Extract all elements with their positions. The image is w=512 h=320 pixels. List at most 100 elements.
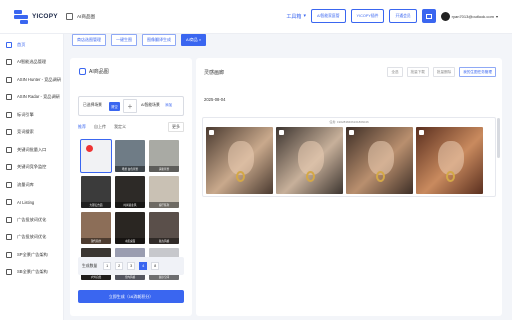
sidebar-item[interactable]: 首页 (0, 36, 63, 54)
sidebar-item[interactable]: 广告投放词优化 (0, 211, 63, 229)
menu-fold-icon[interactable] (66, 13, 73, 20)
sidebar-item[interactable]: ASIN Hunter - 竞品调研 (0, 71, 63, 89)
count-option[interactable]: 4 (139, 262, 148, 270)
logo[interactable]: YICOPY (0, 9, 64, 24)
ai-skill-button[interactable]: AI智能家庭管 (310, 9, 346, 23)
menu-item-icon (6, 164, 12, 171)
plugin-button[interactable]: YICOPY插件 (350, 9, 385, 23)
scene-subtab[interactable]: 推荐 (78, 124, 86, 130)
main-content: 商店选图管理 一键生图 图像翻译生成 AI商品 × AI商品图 已选择场景 清空 + … (64, 34, 512, 320)
result-photo[interactable] (276, 127, 343, 194)
scene-thumbnail[interactable]: 现代简约 (81, 212, 111, 244)
gallery-action-button[interactable]: 批量删除 (432, 67, 456, 77)
add-ai-scene-button[interactable]: 添加 (165, 103, 172, 108)
header-actions: 工具箱 ▾ AI智能家庭管 YICOPY插件 开通会员 ryan7013@outl… (286, 9, 498, 23)
scene-caption: 场景 白色背景 (115, 166, 145, 172)
generate-count-label: 生成数量 (82, 263, 98, 268)
sidebar-item-label: 关键词竞争监控 (17, 164, 47, 170)
scene-caption: 木质桌面 (115, 238, 145, 244)
count-option[interactable]: 3 (127, 262, 136, 270)
tab-1[interactable]: 商店选图管理 (72, 34, 106, 46)
ai-scene-label: AI智能场景 (141, 103, 160, 107)
sidebar-item[interactable]: 关键词批量入口 (0, 141, 63, 159)
scene-selector: 已选择场景 清空 + AI智能场景 添加 (78, 96, 184, 116)
scene-caption: 清新背景 (149, 166, 179, 172)
clear-scene-button[interactable]: 清空 (109, 102, 120, 111)
tab-4[interactable]: AI商品 × (181, 34, 207, 46)
tab-3[interactable]: 图像翻译生成 (142, 34, 176, 46)
earring-icon (446, 171, 455, 182)
tools-dropdown[interactable]: 工具箱 ▾ (286, 13, 306, 20)
sidebar-item[interactable]: SB全景广告架构 (0, 264, 63, 282)
sidebar-item-label: 竞词搜索 (17, 129, 34, 135)
sidebar-item-label: 广告投放词优化 (17, 216, 47, 222)
selected-scene-label: 已选择场景 (83, 103, 102, 107)
gallery-action-button[interactable]: 我的生图任务管理 (459, 67, 496, 77)
scrollbar[interactable] (497, 118, 500, 158)
tab-2[interactable]: 一键生图 (111, 34, 137, 46)
result-photo[interactable] (206, 127, 273, 194)
scene-subtab[interactable]: 我定义 (114, 124, 126, 130)
count-option[interactable]: 2 (115, 262, 124, 270)
result-date: 2025-08-04 (204, 97, 226, 102)
more-dropdown[interactable]: 更多 (168, 122, 184, 132)
sidebar-item[interactable]: AI Listing (0, 194, 63, 212)
gallery-action-button[interactable]: 全选 (387, 67, 403, 77)
generate-button[interactable]: 立即生成（16消耗积分） (78, 290, 184, 303)
sidebar-item-label: SP全景广告架构 (17, 251, 48, 257)
scene-caption: 时尚商业风 (115, 202, 145, 208)
menu-item-icon (6, 251, 12, 258)
select-checkbox[interactable] (349, 130, 354, 135)
menu-item-icon (6, 111, 12, 118)
generate-count: 生成数量 12348 (78, 257, 184, 275)
logo-icon (14, 9, 28, 24)
scene-subtab[interactable]: 自上传 (94, 124, 106, 130)
result-photos (206, 127, 483, 194)
sidebar-item-label: 广告投放词优化 (17, 234, 47, 240)
gallery-actions: 全选 批量下载 批量删除 我的生图任务管理 (387, 67, 496, 77)
sidebar-item[interactable]: 关键词竞争监控 (0, 159, 63, 177)
select-checkbox[interactable] (279, 130, 284, 135)
breadcrumb: AI商品图 (66, 13, 95, 20)
sidebar-item[interactable]: 流量词库 (0, 176, 63, 194)
generator-panel: AI商品图 已选择场景 清空 + AI智能场景 添加 推荐 自上传 我定义 更多 场… (70, 58, 192, 316)
sidebar-item[interactable]: 广告投放词优化 (0, 229, 63, 247)
select-checkbox[interactable] (419, 130, 424, 135)
scene-thumbnail[interactable]: 时尚商业风 (115, 176, 145, 208)
sidebar-item[interactable]: ASIN Radar - 竞品调研 (0, 89, 63, 107)
result-photo[interactable] (346, 127, 413, 194)
sidebar-item[interactable]: AI智能选品管理 (0, 54, 63, 72)
sidebar-item-label: AI Listing (17, 199, 35, 205)
sidebar-item-label: SB全景广告架构 (17, 269, 48, 275)
count-option[interactable]: 1 (103, 262, 112, 270)
message-button[interactable] (421, 9, 436, 23)
sidebar-item-label: 关键词批量入口 (17, 146, 47, 152)
portrait-shape (368, 141, 394, 175)
panel-title: AI商品图 (79, 68, 109, 75)
scene-thumbnail[interactable]: 清新背景 (149, 140, 179, 172)
select-checkbox[interactable] (209, 130, 214, 135)
add-scene-button[interactable]: + (123, 99, 137, 113)
gallery-title: 灵感画廊 (204, 70, 225, 76)
menu-item-icon (6, 269, 12, 276)
count-option[interactable]: 8 (151, 262, 160, 270)
scene-caption: 大理石台面 (81, 202, 111, 208)
user-menu[interactable]: ryan7013@outlook.com ▾ (440, 11, 498, 21)
scene-thumbnail[interactable]: 木质桌面 (115, 212, 145, 244)
scene-thumbnail[interactable]: 场景 白色背景 (115, 140, 145, 172)
scene-thumbnail[interactable]: 大理石台面 (81, 176, 111, 208)
scene-caption: 复古风格 (149, 238, 179, 244)
scene-thumbnail[interactable]: 复古风格 (149, 212, 179, 244)
sidebar-item[interactable]: 竞词搜索 (0, 124, 63, 142)
scene-thumbnail[interactable]: 客厅陈列 (149, 176, 179, 208)
chevron-down-icon: ▾ (495, 13, 498, 19)
sidebar-item[interactable]: 标词引擎 (0, 106, 63, 124)
result-photo[interactable] (416, 127, 483, 194)
sidebar-item[interactable]: SP全景广告架构 (0, 246, 63, 264)
menu-item-icon (6, 129, 12, 136)
result-card: 任务: 1902838466161866046 (202, 117, 496, 197)
gallery-action-button[interactable]: 批量下载 (406, 67, 429, 77)
scene-thumbnail[interactable] (80, 139, 112, 173)
menu-item-icon (6, 181, 12, 188)
member-button[interactable]: 开通会员 (389, 9, 417, 23)
